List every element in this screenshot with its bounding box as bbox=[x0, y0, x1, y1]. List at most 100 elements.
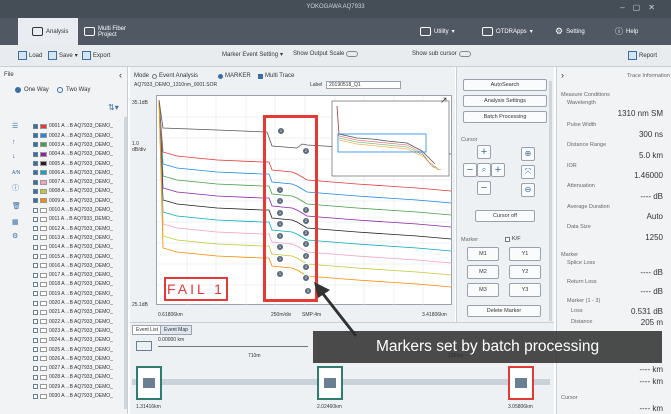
multi-trace-checkbox[interactable]: Multi Trace bbox=[258, 73, 294, 79]
cursor-down-button[interactable]: − bbox=[477, 181, 491, 195]
cursor-up-button[interactable]: + bbox=[477, 145, 491, 159]
file-checkbox[interactable] bbox=[33, 281, 38, 287]
file-checkbox[interactable] bbox=[33, 179, 38, 185]
file-row[interactable]: 0021 A→B AQ7933_DEMO_ bbox=[33, 309, 123, 316]
cursor-left-button[interactable]: − bbox=[463, 163, 477, 177]
file-checkbox[interactable] bbox=[33, 309, 38, 315]
file-checkbox[interactable] bbox=[33, 337, 38, 343]
file-row[interactable]: 0009 A→B AQ7933_DEMO_ bbox=[33, 197, 123, 204]
list-view-icon[interactable]: ☰ bbox=[12, 123, 22, 131]
trash-icon[interactable]: 🗑 bbox=[12, 203, 22, 211]
zoom-in-icon[interactable]: ⊕ bbox=[521, 147, 535, 161]
file-checkbox[interactable] bbox=[33, 374, 38, 380]
file-row[interactable]: 0013 A→B AQ7933_DEMO_ bbox=[33, 235, 123, 242]
one-way-radio[interactable]: One Way bbox=[15, 87, 49, 93]
tab-event-map[interactable]: Event Map bbox=[160, 325, 192, 335]
load-button[interactable]: Load bbox=[18, 51, 42, 60]
cursor-zoom-button[interactable]: ⌕ bbox=[477, 163, 491, 177]
tab-help[interactable]: ⓘ Help bbox=[615, 18, 655, 45]
cursor-off-button[interactable]: Cursor off bbox=[475, 210, 535, 222]
file-row[interactable]: 0030 A→B AQ7933_DEMO_ bbox=[33, 393, 123, 400]
file-row[interactable]: 0025 A→B AQ7933_DEMO_ bbox=[33, 346, 123, 353]
y1-button[interactable]: Y1 bbox=[509, 247, 541, 261]
file-row[interactable]: 0029 A→B AQ7933_DEMO_ bbox=[33, 383, 123, 390]
file-checkbox[interactable] bbox=[33, 188, 38, 194]
file-checkbox[interactable] bbox=[33, 328, 38, 334]
save-button[interactable]: Save ▾ bbox=[48, 51, 78, 60]
sort-icon[interactable]: ⇅▾ bbox=[108, 103, 119, 112]
marker-event-setting[interactable]: Marker Event Setting ▾ bbox=[222, 51, 283, 59]
scrollbar[interactable] bbox=[124, 117, 127, 409]
file-row[interactable]: 0004 A→B AQ7933_DEMO_ bbox=[33, 151, 123, 158]
m1-button[interactable]: M1 bbox=[467, 247, 499, 261]
event-analysis-radio[interactable]: Event Analysis bbox=[152, 73, 198, 79]
auto-search-button[interactable]: AutoSearch bbox=[463, 79, 547, 91]
file-checkbox[interactable] bbox=[33, 347, 38, 353]
analysis-settings-button[interactable]: Analysis Settings bbox=[463, 95, 547, 107]
auto-icon[interactable]: A/N bbox=[12, 169, 22, 177]
file-row[interactable]: 0010 A→B AQ7933_DEMO_ bbox=[33, 207, 123, 214]
tab-analysis[interactable]: Analysis bbox=[18, 18, 78, 45]
tab-utility[interactable]: Utility ▾ bbox=[420, 18, 472, 45]
batch-processing-button[interactable]: Batch Processing bbox=[463, 111, 547, 123]
arrow-up-icon[interactable]: ↑ bbox=[12, 139, 22, 147]
file-checkbox[interactable] bbox=[33, 263, 38, 269]
zoom-out-icon[interactable]: ⊖ bbox=[521, 183, 535, 197]
tab-setting[interactable]: ⚙ Setting bbox=[555, 18, 595, 45]
file-checkbox[interactable] bbox=[33, 365, 38, 371]
file-row[interactable]: 0012 A→B AQ7933_DEMO_ bbox=[33, 225, 123, 232]
file-row[interactable]: 0026 A→B AQ7933_DEMO_ bbox=[33, 356, 123, 363]
m3-button[interactable]: M3 bbox=[467, 283, 499, 297]
file-checkbox[interactable] bbox=[33, 151, 38, 157]
file-checkbox[interactable] bbox=[33, 300, 38, 306]
show-output-scale[interactable]: Show Output Scale bbox=[293, 51, 359, 57]
file-row[interactable]: 0016 A→B AQ7933_DEMO_ bbox=[33, 263, 123, 270]
file-row[interactable]: 0002 A→B AQ7933_DEMO_ bbox=[33, 132, 123, 139]
tab-multi-fiber-project[interactable]: Multi Fiber Project bbox=[84, 18, 144, 45]
grid-icon[interactable]: ▦ bbox=[12, 219, 22, 227]
y3-button[interactable]: Y3 bbox=[509, 283, 541, 297]
event-connector-1[interactable] bbox=[136, 366, 162, 400]
two-way-radio[interactable]: Two Way bbox=[57, 87, 90, 93]
window-controls[interactable]: –▢✕ bbox=[620, 3, 663, 12]
y2-button[interactable]: Y2 bbox=[509, 265, 541, 279]
file-row[interactable]: 0001 A→B AQ7933_DEMO_ bbox=[33, 123, 123, 130]
fit-icon[interactable]: ⤧ bbox=[521, 165, 535, 179]
file-row[interactable]: 0006 A→B AQ7933_DEMO_ bbox=[33, 170, 123, 177]
marker-radio[interactable]: MARKER bbox=[218, 73, 251, 79]
file-row[interactable]: 0028 A→B AQ7933_DEMO_ bbox=[33, 374, 123, 381]
file-checkbox[interactable] bbox=[33, 291, 38, 297]
file-row[interactable]: 0003 A→B AQ7933_DEMO_ bbox=[33, 142, 123, 149]
file-checkbox[interactable] bbox=[33, 235, 38, 241]
event-connector-3[interactable] bbox=[508, 366, 534, 400]
label-input[interactable]: 20190518_Q1 bbox=[326, 81, 401, 89]
file-checkbox[interactable] bbox=[33, 133, 38, 139]
file-row[interactable]: 0023 A→B AQ7933_DEMO_ bbox=[33, 328, 123, 335]
file-row[interactable]: 0007 A→B AQ7933_DEMO_ bbox=[33, 179, 123, 186]
export-button[interactable]: Export bbox=[82, 51, 110, 60]
file-checkbox[interactable] bbox=[33, 384, 38, 390]
event-connector-2[interactable] bbox=[317, 366, 343, 400]
map-view-icon[interactable] bbox=[136, 341, 152, 351]
file-checkbox[interactable] bbox=[33, 198, 38, 204]
file-checkbox[interactable] bbox=[33, 272, 38, 278]
arrow-down-icon[interactable]: ↓ bbox=[12, 153, 22, 161]
file-checkbox[interactable] bbox=[33, 254, 38, 260]
cursor-right-button[interactable]: + bbox=[491, 163, 505, 177]
file-row[interactable]: 0008 A→B AQ7933_DEMO_ bbox=[33, 188, 123, 195]
tab-event-list[interactable]: Event List bbox=[132, 325, 162, 335]
file-row[interactable]: 0024 A→B AQ7933_DEMO_ bbox=[33, 337, 123, 344]
expand-icon[interactable]: ↗ bbox=[440, 95, 448, 106]
file-checkbox[interactable] bbox=[33, 207, 38, 213]
collapse-right-icon[interactable]: › bbox=[561, 70, 564, 80]
file-checkbox[interactable] bbox=[33, 216, 38, 222]
file-checkbox[interactable] bbox=[33, 123, 38, 129]
file-checkbox[interactable] bbox=[33, 244, 38, 250]
file-row[interactable]: 0027 A→B AQ7933_DEMO_ bbox=[33, 365, 123, 372]
file-row[interactable]: 0022 A→B AQ7933_DEMO_ bbox=[33, 318, 123, 325]
collapse-left-icon[interactable]: ‹ bbox=[119, 70, 122, 80]
file-checkbox[interactable] bbox=[33, 393, 38, 399]
file-row[interactable]: 0014 A→B AQ7933_DEMO_ bbox=[33, 244, 123, 251]
file-checkbox[interactable] bbox=[33, 170, 38, 176]
file-row[interactable]: 0020 A→B AQ7933_DEMO_ bbox=[33, 300, 123, 307]
